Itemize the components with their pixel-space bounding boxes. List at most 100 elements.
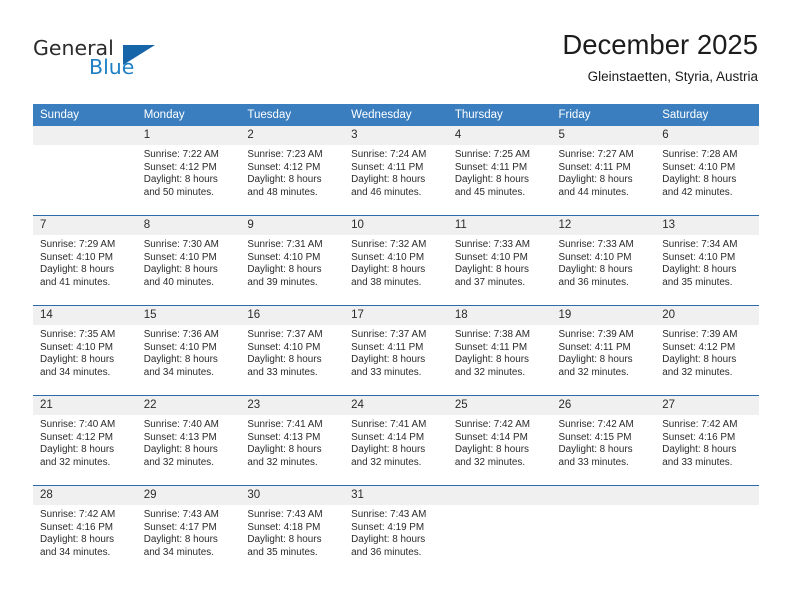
- day-sun-info: Sunrise: 7:36 AM Sunset: 4:10 PM Daylight:…: [137, 325, 241, 379]
- day-cell-7[interactable]: 7 Sunrise: 7:29 AM Sunset: 4:10 PM Daylight…: [33, 216, 137, 305]
- day-cell-11[interactable]: 11 Sunrise: 7:33 AM Sunset: 4:10 PM Dayligh…: [447, 216, 552, 305]
- day-info-line: Daylight: 8 hours: [454, 174, 529, 185]
- day-cell-6[interactable]: 6 Sunrise: 7:28 AM Sunset: 4:10 PM Daylight…: [655, 126, 759, 215]
- day-sun-info: Sunrise: 7:31 AM Sunset: 4:10 PM Daylight:…: [240, 235, 344, 289]
- day-info-line: Daylight: 8 hours: [143, 264, 218, 275]
- day-number: 16: [240, 306, 345, 325]
- day-cell-27[interactable]: 27 Sunrise: 7:42 AM Sunset: 4:16 PM Dayligh…: [655, 396, 759, 485]
- weekday-header-monday: Monday: [136, 104, 241, 126]
- day-number: 15: [136, 306, 241, 325]
- day-cell-20[interactable]: 20 Sunrise: 7:39 AM Sunset: 4:12 PM Dayligh…: [655, 306, 759, 395]
- day-info-line: and 40 minutes.: [143, 276, 214, 288]
- general-blue-logo[interactable]: General Blue: [33, 36, 223, 88]
- day-info-line: Sunset: 4:10 PM: [40, 251, 114, 263]
- day-cell-19[interactable]: 19 Sunrise: 7:39 AM Sunset: 4:11 PM Dayligh…: [551, 306, 656, 395]
- day-info-line: Sunrise: 7:39 AM: [558, 329, 634, 340]
- day-info-line: Sunset: 4:19 PM: [351, 521, 425, 533]
- day-cell-1[interactable]: 1 Sunrise: 7:22 AM Sunset: 4:12 PM Daylight…: [136, 126, 241, 215]
- calendar-cell: [551, 485, 656, 575]
- day-number: 18: [447, 306, 552, 325]
- day-info-line: Sunset: 4:10 PM: [143, 251, 217, 263]
- day-cell-15[interactable]: 15 Sunrise: 7:36 AM Sunset: 4:10 PM Dayligh…: [136, 306, 241, 395]
- day-info-line: Daylight: 8 hours: [40, 444, 115, 455]
- day-cell-14[interactable]: 14 Sunrise: 7:35 AM Sunset: 4:10 PM Dayligh…: [33, 306, 137, 395]
- day-info-line: Sunrise: 7:29 AM: [40, 239, 116, 250]
- day-cell-13[interactable]: 13 Sunrise: 7:34 AM Sunset: 4:10 PM Dayligh…: [655, 216, 759, 305]
- day-number: 13: [655, 216, 759, 235]
- day-info-line: Sunrise: 7:40 AM: [40, 419, 116, 430]
- day-info-line: Sunrise: 7:37 AM: [351, 329, 427, 340]
- day-info-line: Sunset: 4:10 PM: [558, 251, 632, 263]
- calendar-cell: [655, 485, 759, 575]
- day-info-line: Sunset: 4:13 PM: [247, 431, 321, 443]
- day-sun-info: Sunrise: 7:43 AM Sunset: 4:17 PM Daylight:…: [137, 505, 241, 559]
- day-number: 2: [240, 126, 345, 145]
- day-cell-10[interactable]: 10 Sunrise: 7:32 AM Sunset: 4:10 PM Dayligh…: [344, 216, 448, 305]
- calendar-cell: 25 Sunrise: 7:42 AM Sunset: 4:14 PM Dayligh…: [447, 395, 552, 486]
- calendar-cell: 14 Sunrise: 7:35 AM Sunset: 4:10 PM Dayligh…: [33, 305, 137, 396]
- day-info-line: Sunrise: 7:41 AM: [247, 419, 323, 430]
- day-sun-info: Sunrise: 7:25 AM Sunset: 4:11 PM Daylight:…: [448, 145, 552, 199]
- day-number: 3: [344, 126, 448, 145]
- day-info-line: Daylight: 8 hours: [454, 444, 529, 455]
- day-info-line: Sunrise: 7:43 AM: [143, 509, 219, 520]
- day-info-line: Sunrise: 7:42 AM: [454, 419, 531, 430]
- calendar-cell: 13 Sunrise: 7:34 AM Sunset: 4:10 PM Dayligh…: [655, 215, 759, 306]
- day-cell-26[interactable]: 26 Sunrise: 7:42 AM Sunset: 4:15 PM Dayligh…: [551, 396, 656, 485]
- day-cell-24[interactable]: 24 Sunrise: 7:41 AM Sunset: 4:14 PM Dayligh…: [344, 396, 448, 485]
- day-info-line: Sunrise: 7:42 AM: [662, 419, 738, 430]
- day-info-line: Sunset: 4:11 PM: [558, 161, 631, 173]
- day-info-line: Sunrise: 7:30 AM: [143, 239, 219, 250]
- day-info-line: and 33 minutes.: [558, 456, 629, 468]
- day-cell-25[interactable]: 25 Sunrise: 7:42 AM Sunset: 4:14 PM Dayligh…: [447, 396, 552, 485]
- day-number: 5: [551, 126, 656, 145]
- day-cell-8[interactable]: 8 Sunrise: 7:30 AM Sunset: 4:10 PM Daylight…: [136, 216, 241, 305]
- day-cell-12[interactable]: 12 Sunrise: 7:33 AM Sunset: 4:10 PM Dayligh…: [551, 216, 656, 305]
- day-info-line: Sunrise: 7:32 AM: [351, 239, 427, 250]
- calendar-header-row: Sunday Monday Tuesday Wednesday Thursday Frid…: [33, 104, 759, 126]
- day-cell-18[interactable]: 18 Sunrise: 7:38 AM Sunset: 4:11 PM Dayligh…: [447, 306, 552, 395]
- calendar-cell: 19 Sunrise: 7:39 AM Sunset: 4:11 PM Dayligh…: [551, 305, 656, 396]
- day-info-line: Sunrise: 7:43 AM: [247, 509, 323, 520]
- day-cell-4[interactable]: 4 Sunrise: 7:25 AM Sunset: 4:11 PM Daylight…: [447, 126, 552, 215]
- day-cell-17[interactable]: 17 Sunrise: 7:37 AM Sunset: 4:11 PM Dayligh…: [344, 306, 448, 395]
- page-title: December 2025: [562, 29, 758, 60]
- day-sun-info: Sunrise: 7:32 AM Sunset: 4:10 PM Daylight:…: [344, 235, 448, 289]
- day-sun-info: Sunrise: 7:27 AM Sunset: 4:11 PM Daylight:…: [552, 145, 656, 199]
- day-info-line: Sunrise: 7:22 AM: [143, 149, 219, 160]
- calendar-cell: [447, 485, 552, 575]
- day-info-line: Sunset: 4:15 PM: [558, 431, 632, 443]
- day-cell-22[interactable]: 22 Sunrise: 7:40 AM Sunset: 4:13 PM Dayligh…: [136, 396, 241, 485]
- page-subtitle: Gleinstaetten, Styria, Austria: [587, 69, 758, 84]
- day-cell-16[interactable]: 16 Sunrise: 7:37 AM Sunset: 4:10 PM Dayligh…: [240, 306, 345, 395]
- calendar-cell: 26 Sunrise: 7:42 AM Sunset: 4:15 PM Dayligh…: [551, 395, 656, 486]
- day-cell-5[interactable]: 5 Sunrise: 7:27 AM Sunset: 4:11 PM Daylight…: [551, 126, 656, 215]
- weekday-header-friday: Friday: [551, 104, 656, 126]
- day-cell-2[interactable]: 2 Sunrise: 7:23 AM Sunset: 4:12 PM Daylight…: [240, 126, 345, 215]
- day-info-line: Sunrise: 7:24 AM: [351, 149, 427, 160]
- day-cell-21[interactable]: 21 Sunrise: 7:40 AM Sunset: 4:12 PM Dayligh…: [33, 396, 137, 485]
- day-info-line: Sunset: 4:11 PM: [454, 161, 528, 173]
- day-cell-28[interactable]: 28 Sunrise: 7:42 AM Sunset: 4:16 PM Dayligh…: [33, 486, 137, 575]
- day-cell-9[interactable]: 9 Sunrise: 7:31 AM Sunset: 4:10 PM Daylight…: [240, 216, 345, 305]
- day-cell-30[interactable]: 30 Sunrise: 7:43 AM Sunset: 4:18 PM Dayligh…: [240, 486, 345, 575]
- weekday-header-row: Sunday Monday Tuesday Wednesday Thursday Frid…: [33, 104, 759, 126]
- day-cell-31[interactable]: 31 Sunrise: 7:43 AM Sunset: 4:19 PM Dayligh…: [344, 486, 448, 575]
- day-info-line: Daylight: 8 hours: [351, 444, 426, 455]
- day-sun-info: Sunrise: 7:22 AM Sunset: 4:12 PM Daylight:…: [137, 145, 241, 199]
- day-info-line: Daylight: 8 hours: [143, 174, 218, 185]
- calendar-cell: 15 Sunrise: 7:36 AM Sunset: 4:10 PM Dayligh…: [136, 305, 241, 396]
- day-info-line: and 38 minutes.: [351, 276, 422, 288]
- day-info-line: Sunset: 4:16 PM: [662, 431, 736, 443]
- day-cell-29[interactable]: 29 Sunrise: 7:43 AM Sunset: 4:17 PM Dayligh…: [136, 486, 241, 575]
- calendar-cell: 21 Sunrise: 7:40 AM Sunset: 4:12 PM Dayligh…: [33, 395, 137, 486]
- day-info-line: and 50 minutes.: [143, 186, 214, 198]
- day-cell-23[interactable]: 23 Sunrise: 7:41 AM Sunset: 4:13 PM Dayligh…: [240, 396, 345, 485]
- day-info-line: Sunrise: 7:25 AM: [454, 149, 531, 160]
- day-number: 1: [136, 126, 241, 145]
- day-info-line: Sunset: 4:10 PM: [662, 161, 736, 173]
- calendar-cell: 8 Sunrise: 7:30 AM Sunset: 4:10 PM Daylight…: [136, 215, 241, 306]
- day-sun-info: Sunrise: 7:30 AM Sunset: 4:10 PM Daylight:…: [137, 235, 241, 289]
- day-info-line: and 37 minutes.: [454, 276, 526, 288]
- day-cell-3[interactable]: 3 Sunrise: 7:24 AM Sunset: 4:11 PM Daylight…: [344, 126, 448, 215]
